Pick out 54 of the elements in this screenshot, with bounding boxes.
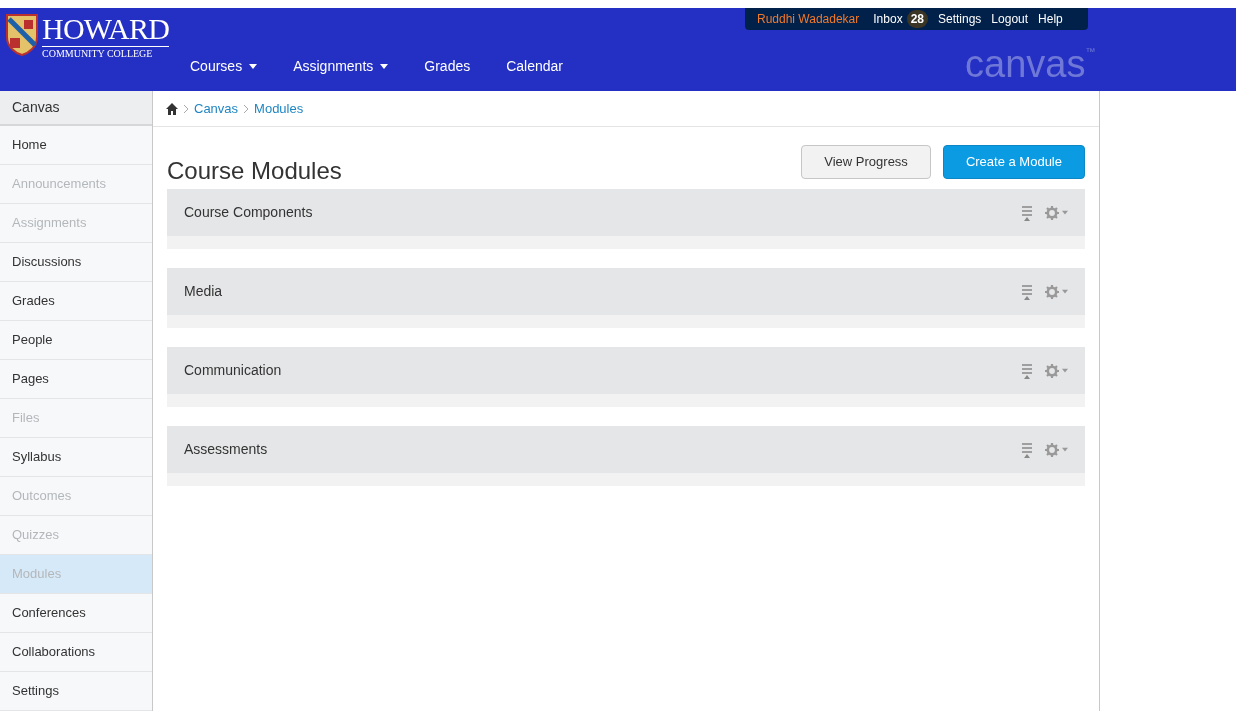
caret-icon — [380, 64, 389, 69]
chevron-icon — [184, 104, 188, 113]
settings-menu[interactable] — [1045, 363, 1068, 378]
nav-link[interactable]: Assignments — [293, 56, 389, 77]
caret-icon — [1062, 368, 1068, 373]
caret-icon — [1062, 289, 1068, 294]
caret-icon — [1062, 447, 1068, 452]
nav-link[interactable]: Grades — [424, 56, 471, 77]
nav-link[interactable]: Courses — [190, 56, 258, 77]
settings-menu[interactable] — [1045, 284, 1068, 299]
sidebar-item[interactable]: Grades — [0, 282, 152, 321]
college-name: HOWARD — [42, 14, 170, 44]
page-title: Course Modules — [167, 157, 342, 185]
home-icon[interactable] — [166, 102, 178, 115]
nav-link[interactable]: Calendar — [506, 56, 564, 77]
sidebar-item[interactable]: Settings — [0, 672, 152, 711]
user-name-link[interactable]: Ruddhi Wadadekar — [757, 10, 860, 28]
sidebar-item[interactable]: Pages — [0, 360, 152, 399]
top-link[interactable]: Logout — [991, 10, 1029, 28]
sidebar-item[interactable]: Home — [0, 126, 152, 165]
settings-icon — [1045, 363, 1059, 378]
settings-icon — [1045, 205, 1059, 220]
reorder-icon[interactable] — [1021, 362, 1033, 379]
module-title: Communication — [184, 361, 283, 380]
sidebar-item[interactable]: Syllabus — [0, 438, 152, 477]
inbox-count: 28 — [906, 10, 928, 28]
caret-icon — [1062, 210, 1068, 215]
sidebar-item[interactable]: Conferences — [0, 594, 152, 633]
module-title: Course Components — [184, 203, 314, 222]
settings-icon — [1045, 284, 1059, 299]
inbox-link[interactable]: Inbox 28 — [873, 10, 928, 28]
module-title: Media — [184, 282, 224, 301]
caret-icon — [249, 64, 258, 69]
sidebar-item[interactable]: People — [0, 321, 152, 360]
module-title: Assessments — [184, 440, 269, 459]
top-link[interactable]: Help — [1038, 10, 1063, 28]
trademark-mark: ™ — [1085, 45, 1096, 59]
reorder-icon[interactable] — [1021, 283, 1033, 300]
college-subtitle: COMMUNITY COLLEGE — [42, 46, 170, 61]
breadcrumb-link[interactable]: Modules — [254, 98, 304, 119]
canvas-brand: canvas — [965, 44, 1086, 84]
settings-menu[interactable] — [1045, 205, 1068, 220]
sidebar-item[interactable]: Collaborations — [0, 633, 152, 672]
sidebar-title: Canvas — [0, 91, 152, 126]
settings-menu[interactable] — [1045, 442, 1068, 457]
settings-icon — [1045, 442, 1059, 457]
shield-icon — [6, 14, 38, 56]
breadcrumb-link[interactable]: Canvas — [194, 98, 239, 119]
chevron-icon — [244, 104, 249, 113]
top-link[interactable]: Settings — [938, 10, 982, 28]
progress-button[interactable]: View Progress — [801, 145, 931, 179]
reorder-icon[interactable] — [1021, 204, 1033, 221]
reorder-icon[interactable] — [1021, 441, 1033, 458]
sidebar-item[interactable]: Discussions — [0, 243, 152, 282]
